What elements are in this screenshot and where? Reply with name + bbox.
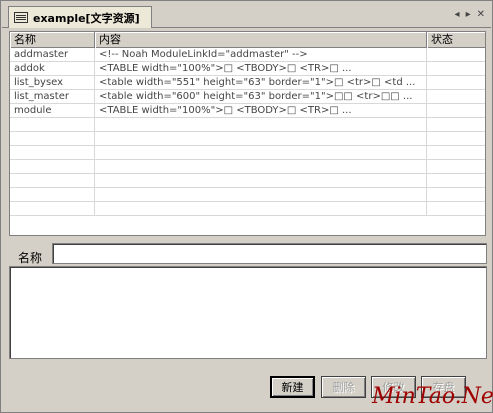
row-status-cell <box>427 104 485 118</box>
empty-cell <box>95 160 427 174</box>
empty-cell <box>10 160 95 174</box>
column-header-name[interactable]: 名称 <box>10 32 95 48</box>
watermark-logo: MinTao.Net <box>372 384 493 409</box>
row-status-cell <box>427 48 485 62</box>
row-content-cell: <table width="551" height="63" border="1… <box>95 76 427 90</box>
table-body: addmaster <!-- Noah ModuleLinkId="addmast… <box>10 48 485 216</box>
row-content-cell: <!-- Noah ModuleLinkId="addmaster" --> <box>95 48 427 62</box>
empty-cell <box>95 174 427 188</box>
empty-cell <box>10 118 95 132</box>
table-row[interactable]: list_master <table width="600" height="63… <box>10 90 485 104</box>
empty-table-row <box>10 160 485 174</box>
empty-table-row <box>10 118 485 132</box>
empty-cell <box>95 132 427 146</box>
row-name-cell: list_bysex <box>10 76 95 90</box>
row-name-cell: list_master <box>10 90 95 104</box>
row-content-cell: <table width="600" height="63" border="1… <box>95 90 427 104</box>
table-row[interactable]: addmaster <!-- Noah ModuleLinkId="addmast… <box>10 48 485 62</box>
empty-cell <box>427 188 485 202</box>
table-row[interactable]: addok <TABLE width="100%">□ <TBODY>□ <TR>… <box>10 62 485 76</box>
empty-table-row <box>10 132 485 146</box>
empty-cell <box>10 146 95 160</box>
scroll-left-icon[interactable]: ◂ <box>455 9 460 20</box>
tab-title: example[文字资源] <box>33 11 140 25</box>
row-name-cell: module <box>10 104 95 118</box>
empty-cell <box>427 202 485 216</box>
empty-table-row <box>10 174 485 188</box>
row-content-cell: <TABLE width="100%">□ <TBODY>□ <TR>□ ... <box>95 62 427 76</box>
content-textarea[interactable] <box>9 266 487 359</box>
empty-cell <box>95 202 427 216</box>
scroll-right-icon[interactable]: ▸ <box>466 9 471 20</box>
close-icon[interactable]: ✕ <box>477 9 485 20</box>
delete-button[interactable]: 删除 <box>321 376 366 398</box>
table-icon <box>14 12 28 23</box>
column-header-status[interactable]: 状态 <box>427 32 485 48</box>
table-row[interactable]: module <TABLE width="100%">□ <TBODY>□ <TR… <box>10 104 485 118</box>
empty-table-row <box>10 188 485 202</box>
row-content-cell: <TABLE width="100%">□ <TBODY>□ <TR>□ ... <box>95 104 427 118</box>
row-name-cell: addok <box>10 62 95 76</box>
empty-cell <box>427 132 485 146</box>
table-row[interactable]: list_bysex <table width="551" height="63"… <box>10 76 485 90</box>
tab-example-resources[interactable]: example[文字资源] <box>8 6 152 28</box>
row-status-cell <box>427 90 485 104</box>
resource-table: 名称 内容 状态 addmaster <!-- Noah ModuleLinkId… <box>9 31 486 236</box>
resource-editor-window: example[文字资源] ◂ ▸ ✕ 名称 内容 状态 addmaster <!… <box>0 0 493 413</box>
empty-cell <box>95 146 427 160</box>
empty-cell <box>427 160 485 174</box>
empty-cell <box>10 132 95 146</box>
empty-cell <box>427 174 485 188</box>
name-label: 名称 <box>18 251 43 265</box>
name-input[interactable] <box>52 243 487 264</box>
new-button[interactable]: 新建 <box>270 376 315 398</box>
empty-cell <box>427 146 485 160</box>
empty-cell <box>427 118 485 132</box>
row-name-cell: addmaster <box>10 48 95 62</box>
row-status-cell <box>427 62 485 76</box>
tab-bar: example[文字资源] ◂ ▸ ✕ <box>2 2 491 28</box>
tab-controls: ◂ ▸ ✕ <box>455 9 485 20</box>
empty-cell <box>10 188 95 202</box>
table-header: 名称 内容 状态 <box>10 32 485 48</box>
empty-table-row <box>10 202 485 216</box>
empty-table-row <box>10 146 485 160</box>
empty-cell <box>10 174 95 188</box>
empty-cell <box>10 202 95 216</box>
column-header-content[interactable]: 内容 <box>95 32 427 48</box>
row-status-cell <box>427 76 485 90</box>
empty-cell <box>95 118 427 132</box>
empty-cell <box>95 188 427 202</box>
